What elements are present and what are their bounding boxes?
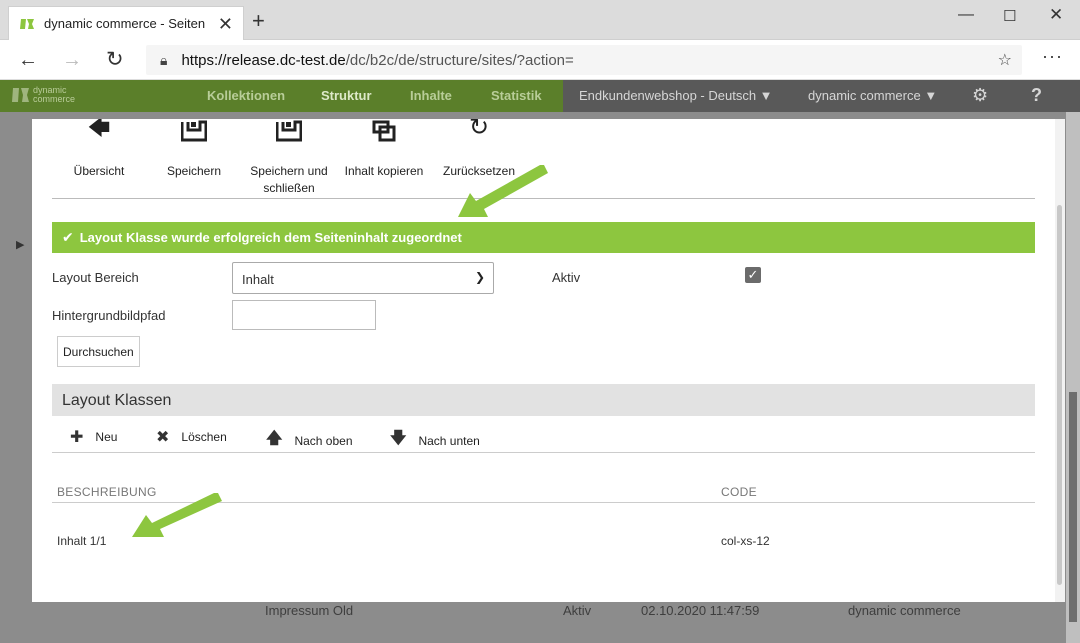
app-logo[interactable]: dynamic commerce [12, 85, 75, 105]
row-code: col-xs-12 [721, 534, 770, 548]
forward-icon[interactable]: → [62, 48, 82, 72]
address-bar-row: ← → ↻ 🔒︎ https://release.dc-test.de/dc/b… [0, 40, 1080, 80]
page-scrollbar[interactable] [1066, 112, 1080, 643]
browser-menu-icon[interactable]: ··· [1042, 46, 1063, 67]
delete-label: Löschen [181, 430, 227, 444]
column-code[interactable]: CODE [721, 485, 757, 499]
nav-kollektionen[interactable]: Kollektionen [207, 88, 285, 103]
bg-path-input[interactable] [232, 300, 376, 330]
row-description: Inhalt 1/1 [57, 534, 107, 548]
copy-label: Inhalt kopieren [344, 164, 424, 178]
dc-favicon-icon [20, 18, 34, 29]
overview-button[interactable]: 🡄 Übersicht [72, 119, 126, 180]
success-message: ✔ Layout Klasse wurde erfolgreich dem Se… [52, 222, 1035, 253]
tab-close-icon[interactable]: ✕ [218, 15, 233, 33]
actions-divider [52, 452, 1035, 453]
back-icon[interactable]: ← [18, 48, 38, 72]
modal-scrollbar-thumb[interactable] [1057, 205, 1062, 585]
bg-row-owner: dynamic commerce [848, 603, 961, 618]
caret-right-icon: ▶ [16, 239, 25, 251]
browser-tab-bar: dynamic commerce - Seiten ✕ + — ☐ ✕ [0, 0, 1080, 40]
copy-icon [372, 120, 396, 142]
save-close-button[interactable]: Speichern und schließen [247, 119, 331, 197]
plus-icon: ✚ [70, 429, 84, 446]
minimize-icon[interactable]: — [958, 6, 974, 24]
save-button[interactable]: Speichern [164, 119, 224, 180]
edit-modal: 🡄 Übersicht Speichern Speichern und schl… [32, 119, 1065, 602]
bg-row-status: Aktiv [563, 603, 592, 618]
check-icon: ✔ [62, 229, 74, 245]
bg-row-name: Impressum Old [265, 603, 354, 618]
active-checkbox[interactable]: ✓ [745, 267, 761, 283]
arrow-up-icon: 🡅 [266, 430, 283, 447]
gear-icon[interactable]: ⚙ [972, 85, 988, 106]
maximize-icon[interactable]: ☐ [1003, 7, 1016, 25]
bg-row-date: 02.10.2020 11:47:59 [641, 603, 760, 618]
delete-button[interactable]: ✖ Löschen [156, 427, 227, 447]
close-window-icon[interactable]: ✕ [1049, 5, 1063, 25]
success-text: Layout Klasse wurde erfolgreich dem Seit… [79, 230, 462, 245]
layout-classes-title: Layout Klassen [62, 392, 172, 409]
annotation-arrow-icon [132, 493, 222, 537]
new-tab-icon[interactable]: + [252, 10, 265, 32]
chevron-down-icon: ❯ [474, 270, 485, 284]
arrow-left-icon: 🡄 [87, 119, 111, 140]
save-close-icon [276, 120, 302, 142]
browser-tab[interactable]: dynamic commerce - Seiten ✕ [8, 6, 244, 40]
move-down-label: Nach unten [418, 433, 480, 448]
active-label: Aktiv [552, 270, 581, 285]
browse-button[interactable]: Durchsuchen [57, 336, 140, 367]
logo-text-2: commerce [33, 94, 76, 104]
tab-title: dynamic commerce - Seiten [44, 16, 206, 31]
lock-icon: 🔒︎ [160, 51, 168, 68]
url-path: /dc/b2c/de/structure/sites/?action= [345, 51, 574, 69]
save-close-label-1: Speichern und [250, 164, 328, 178]
help-icon[interactable]: ? [1031, 85, 1042, 106]
move-up-label: Nach oben [294, 433, 353, 448]
layout-area-label: Layout Bereich [52, 270, 139, 285]
app-header-right: Endkundenwebshop - Deutsch ▼ dynamic com… [563, 80, 1080, 112]
reset-icon: ↻ [468, 119, 490, 141]
dc-logo-icon [12, 88, 29, 102]
page-scrollbar-thumb[interactable] [1069, 392, 1077, 622]
arrow-down-icon: 🡇 [390, 430, 407, 447]
layout-classes-header: Layout Klassen [52, 384, 1035, 416]
delete-x-icon: ✖ [156, 429, 170, 446]
company-select[interactable]: dynamic commerce ▼ [808, 88, 937, 103]
overview-label: Übersicht [73, 164, 125, 178]
annotation-arrow-icon [458, 165, 548, 217]
layout-area-select[interactable]: Inhalt ❯ [232, 262, 494, 294]
save-close-label-2: schließen [263, 181, 315, 195]
url-field[interactable]: 🔒︎ https://release.dc-test.de/dc/b2c/de/… [146, 45, 1022, 75]
move-up-button[interactable]: 🡅 Nach oben [266, 427, 353, 454]
url-host: https://release.dc-test.de [181, 51, 346, 69]
nav-struktur[interactable]: Struktur [321, 88, 372, 103]
bg-path-label: Hintergrundbildpfad [52, 308, 166, 323]
nav-statistik[interactable]: Statistik [491, 88, 542, 103]
new-button[interactable]: ✚ Neu [70, 427, 117, 447]
new-label: Neu [95, 430, 118, 444]
shop-select[interactable]: Endkundenwebshop - Deutsch ▼ [579, 88, 773, 103]
reload-icon[interactable]: ↻ [106, 48, 124, 72]
favorite-star-icon[interactable]: ☆ [998, 50, 1012, 70]
nav-inhalte[interactable]: Inhalte [410, 88, 452, 103]
copy-content-button[interactable]: Inhalt kopieren [342, 119, 426, 180]
move-down-button[interactable]: 🡇 Nach unten [390, 427, 480, 454]
save-icon [181, 120, 207, 142]
layout-area-value: Inhalt [242, 272, 274, 287]
save-label: Speichern [166, 164, 222, 178]
